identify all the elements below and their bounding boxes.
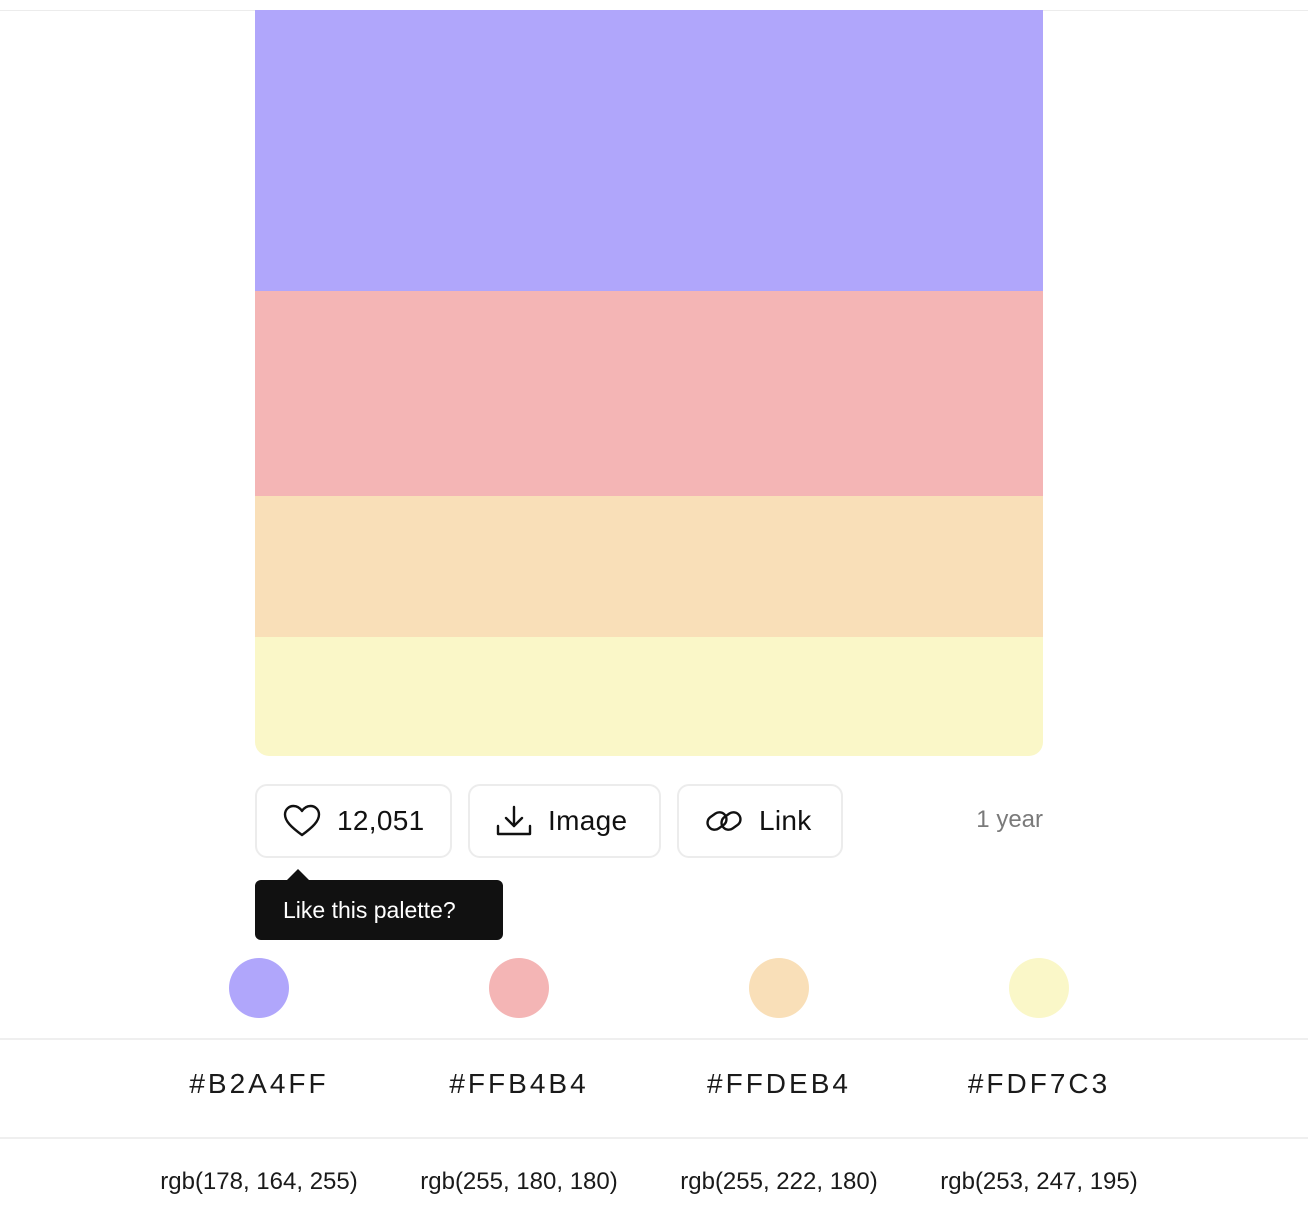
color-swatch-1[interactable] <box>229 958 289 1018</box>
download-icon <box>496 805 532 837</box>
color-swatch-3[interactable] <box>749 958 809 1018</box>
image-label: Image <box>548 805 628 836</box>
palette-stripe-2[interactable] <box>255 291 1043 496</box>
hex-value[interactable]: #FFB4B4 <box>389 1068 649 1100</box>
color-swatches <box>0 958 1308 1018</box>
palette-stripe-3[interactable] <box>255 496 1043 637</box>
hex-value[interactable]: #FFDEB4 <box>649 1068 909 1100</box>
link-label: Link <box>759 805 812 836</box>
rgb-value[interactable]: rgb(255, 180, 180) <box>389 1168 649 1196</box>
rgb-value[interactable]: rgb(178, 164, 255) <box>129 1168 389 1196</box>
rgb-value[interactable]: rgb(255, 222, 180) <box>649 1168 909 1196</box>
like-tooltip: Like this palette? <box>255 869 503 940</box>
divider <box>0 1038 1308 1040</box>
palette-stripe-4[interactable] <box>255 637 1043 756</box>
rgb-value[interactable]: rgb(253, 247, 195) <box>909 1168 1169 1196</box>
hex-value[interactable]: #B2A4FF <box>129 1068 389 1100</box>
hex-value[interactable]: #FDF7C3 <box>909 1068 1169 1100</box>
hex-values-row: #B2A4FF #FFB4B4 #FFDEB4 #FDF7C3 <box>0 1068 1308 1112</box>
palette-preview[interactable] <box>255 10 1043 756</box>
divider <box>0 1137 1308 1139</box>
download-image-button[interactable]: Image <box>468 784 661 858</box>
color-swatch-2[interactable] <box>489 958 549 1018</box>
like-count: 12,051 <box>337 805 425 836</box>
link-icon <box>705 806 743 836</box>
color-swatch-4[interactable] <box>1009 958 1069 1018</box>
palette-stripe-1[interactable] <box>255 10 1043 291</box>
heart-icon <box>283 804 321 838</box>
palette-actions: 12,051 Image Link 1 year <box>255 784 1043 860</box>
rgb-values-row: rgb(178, 164, 255) rgb(255, 180, 180) rg… <box>0 1168 1308 1204</box>
copy-link-button[interactable]: Link <box>677 784 843 858</box>
like-button[interactable]: 12,051 <box>255 784 452 858</box>
palette-age: 1 year <box>976 806 1043 833</box>
